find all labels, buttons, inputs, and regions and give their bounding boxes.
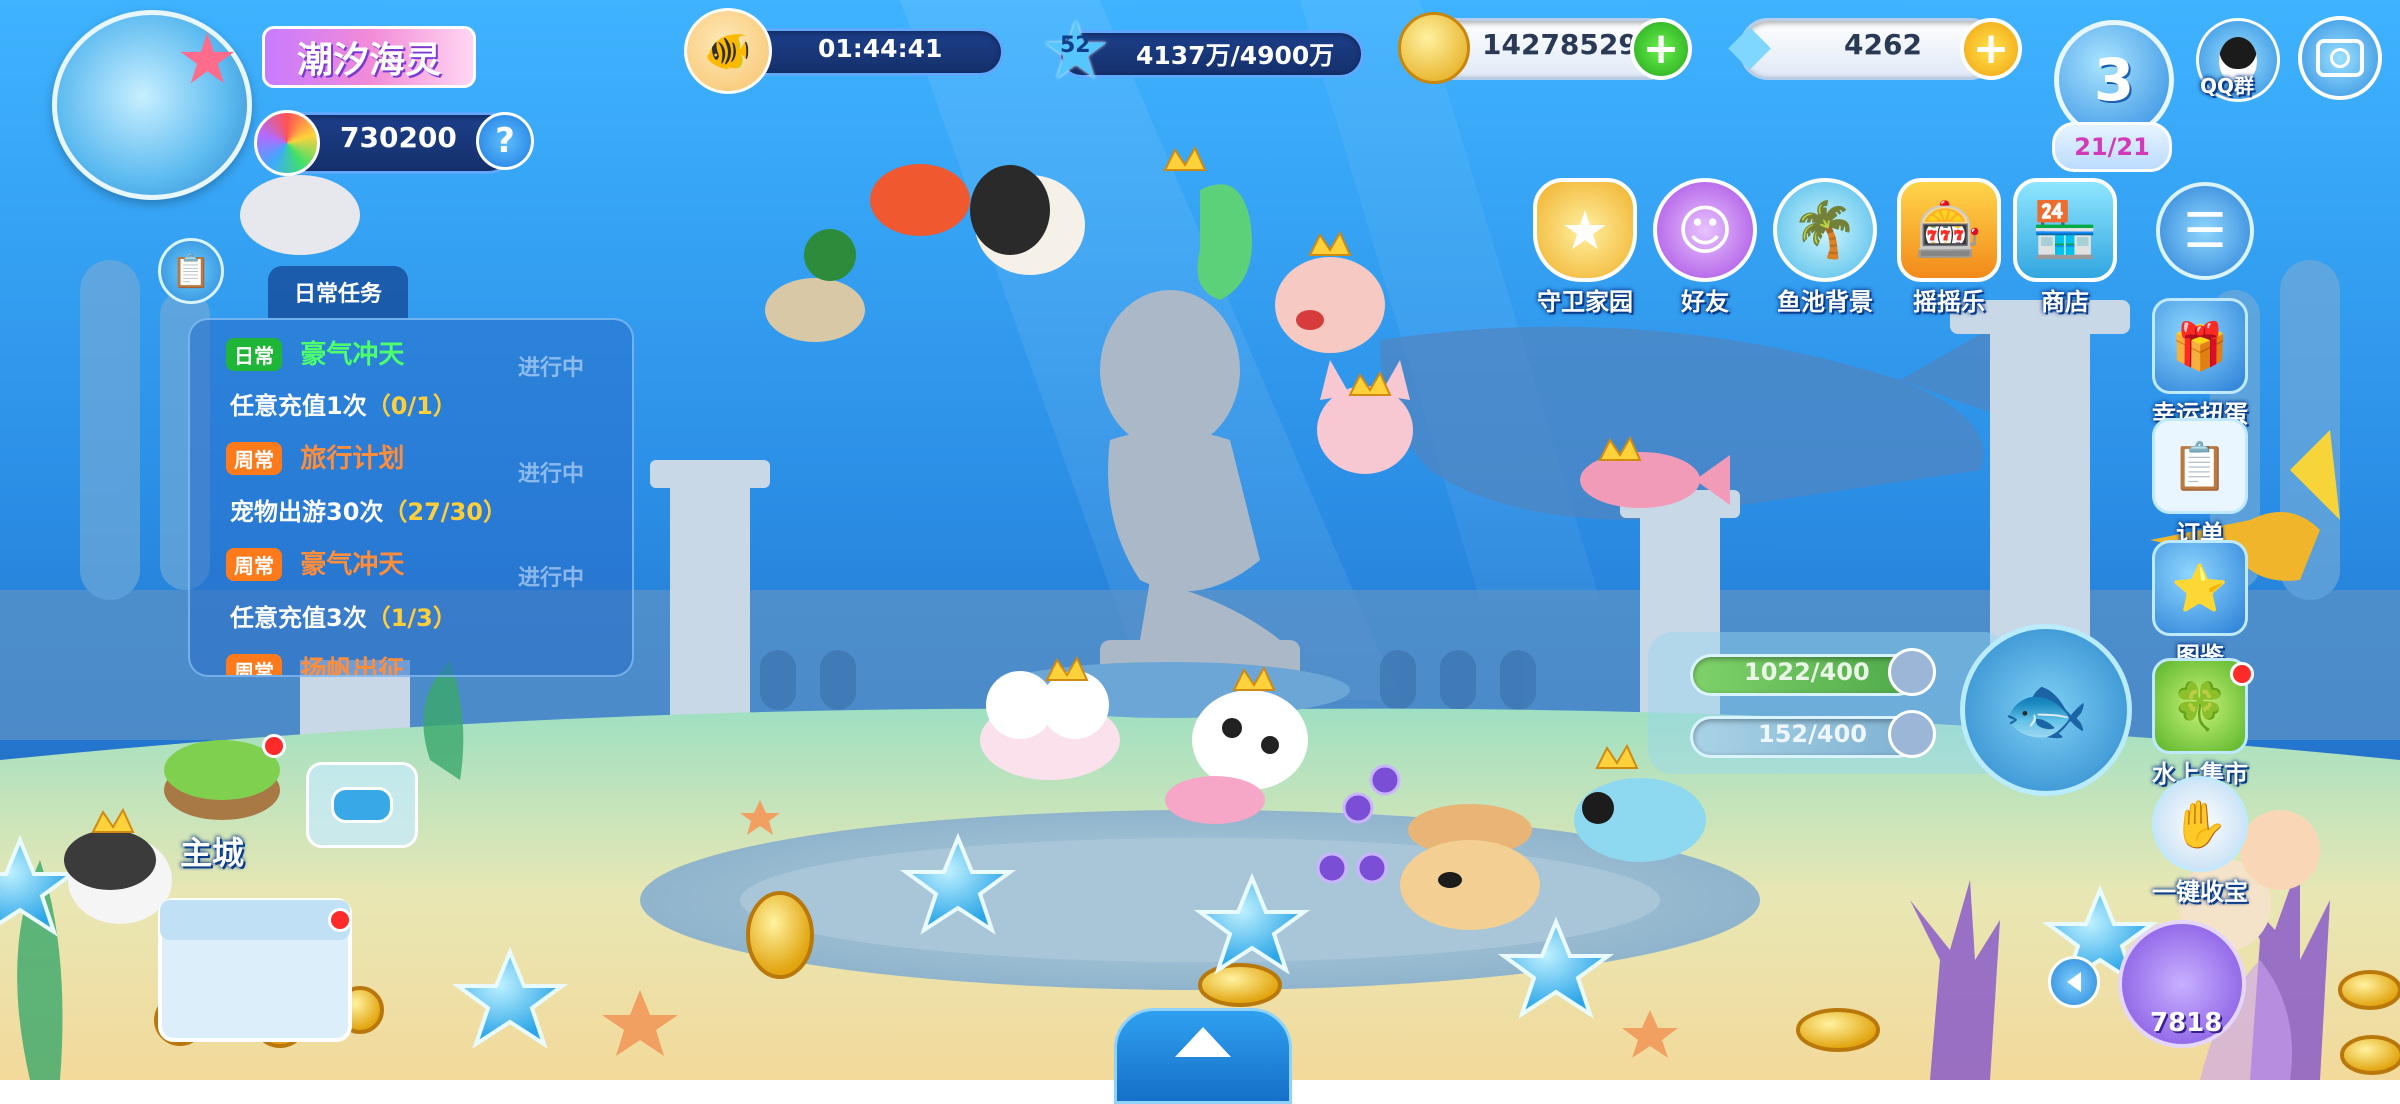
task-desc: 任意充值3次 bbox=[230, 604, 367, 632]
coins-value: 14278529 bbox=[1482, 28, 1638, 61]
task-progress: （1/3） bbox=[366, 604, 457, 632]
task-desc: 任意充值1次 bbox=[230, 392, 367, 420]
task-name: 扬帆出征 bbox=[300, 656, 405, 677]
vip-progress-pill: 21/21 bbox=[2052, 122, 2172, 172]
side-lucky-gacha[interactable]: 🎁 幸运扭蛋 bbox=[2140, 298, 2260, 429]
menu-slot-machine[interactable]: 🎰 摇摇乐 bbox=[1894, 178, 2004, 317]
task-item[interactable]: 周常 豪气冲天 bbox=[226, 544, 404, 581]
side-collection[interactable]: ⭐ 图鉴 bbox=[2140, 540, 2260, 671]
gems-value: 4262 bbox=[1844, 28, 1922, 61]
menu-label: 商店 bbox=[2041, 288, 2089, 316]
heart-icon bbox=[1888, 710, 1936, 758]
task-name: 旅行计划 bbox=[300, 444, 405, 474]
task-progress: （0/1） bbox=[366, 392, 457, 420]
friends-icon: ☺ bbox=[1653, 178, 1757, 282]
menu-guard-home[interactable]: ★ 守卫家园 bbox=[1530, 178, 1640, 317]
fishbowl-icon: 🌴 bbox=[1773, 178, 1877, 282]
menu-shop[interactable]: 🏪 商店 bbox=[2010, 178, 2120, 317]
side-orders[interactable]: 📋 订单 bbox=[2140, 418, 2260, 549]
starfish-decoration-icon: ★ bbox=[176, 18, 239, 100]
fish-egg-icon: 🐠 bbox=[684, 8, 772, 94]
task-item[interactable]: 周常 旅行计划 bbox=[226, 438, 404, 475]
menu-label: 鱼池背景 bbox=[1777, 288, 1873, 316]
task-tab-label: 日常任务 bbox=[293, 282, 382, 307]
task-status: 进行中 bbox=[518, 356, 585, 381]
arrow-up-icon bbox=[1175, 1027, 1231, 1057]
treasure-chest-button[interactable] bbox=[160, 900, 350, 1040]
glove-icon: ✋ bbox=[2152, 776, 2248, 872]
coin-icon bbox=[1398, 12, 1470, 84]
shell-icon bbox=[1888, 648, 1936, 696]
menu-label: 守卫家园 bbox=[1537, 288, 1633, 316]
arrow-left-icon bbox=[2067, 972, 2081, 992]
currency-value: 730200 bbox=[340, 121, 457, 154]
task-status: 进行中 bbox=[518, 462, 585, 487]
collapse-left-button[interactable] bbox=[2048, 956, 2100, 1008]
bag-count: 7818 bbox=[2150, 1008, 2223, 1038]
task-tag: 周常 bbox=[226, 442, 282, 475]
side-collect-all[interactable]: ✋ 一键收宝 bbox=[2140, 776, 2260, 907]
menu-friends[interactable]: ☺ 好友 bbox=[1650, 178, 1760, 317]
expand-up-button[interactable] bbox=[1114, 1008, 1292, 1104]
task-desc-row: 宠物出游30次（27/30） bbox=[230, 492, 507, 527]
featured-fish-button[interactable]: 🐟 bbox=[1960, 624, 2132, 796]
player-title: 潮汐海灵 bbox=[296, 40, 441, 81]
task-toggle-button[interactable]: 📋 bbox=[158, 238, 224, 304]
task-desc-row: 任意充值3次（1/3） bbox=[230, 598, 457, 633]
exp-progress: 4137万/4900万 bbox=[1136, 41, 1335, 70]
task-status: 进行中 bbox=[518, 566, 585, 591]
task-item[interactable]: 周常 扬帆出征 bbox=[226, 650, 405, 677]
resource-value-2: 152/400 bbox=[1758, 720, 1867, 748]
list-menu-icon: ☰ bbox=[2183, 203, 2227, 259]
submarine-icon bbox=[331, 787, 393, 823]
task-item[interactable]: 日常 豪气冲天 bbox=[226, 334, 404, 371]
add-gems-button[interactable]: + bbox=[1960, 18, 2022, 80]
shield-icon: ★ bbox=[1533, 178, 1637, 282]
task-tag: 日常 bbox=[226, 338, 282, 371]
main-menu-button[interactable]: ☰ bbox=[2156, 182, 2254, 280]
menu-label: 好友 bbox=[1681, 288, 1729, 316]
task-progress: （27/30） bbox=[383, 498, 507, 526]
task-desc-row: 任意充值1次（0/1） bbox=[230, 386, 457, 421]
add-coins-button[interactable]: + bbox=[1630, 18, 1692, 80]
main-city-label: 主城 bbox=[180, 834, 245, 872]
task-name: 豪气冲天 bbox=[300, 550, 405, 580]
slot-machine-icon: 🎰 bbox=[1897, 178, 2001, 282]
clipboard-icon: 📋 bbox=[171, 252, 211, 290]
menu-fishbowl-background[interactable]: 🌴 鱼池背景 bbox=[1770, 178, 1880, 317]
task-panel: 日常 豪气冲天 进行中 任意充值1次（0/1） 周常 旅行计划 进行中 宠物出游… bbox=[188, 318, 634, 677]
order-list-icon: 📋 bbox=[2152, 418, 2248, 514]
help-button[interactable]: ? bbox=[476, 112, 534, 170]
submarine-button[interactable] bbox=[306, 762, 418, 848]
resource-value-1: 1022/400 bbox=[1744, 658, 1870, 686]
task-tag: 周常 bbox=[226, 654, 282, 675]
vip-progress: 21/21 bbox=[2074, 133, 2150, 161]
task-desc: 宠物出游30次 bbox=[230, 498, 384, 526]
camera-icon bbox=[2316, 39, 2364, 77]
vip-level: 3 bbox=[2093, 46, 2135, 114]
rainbow-orb-icon bbox=[254, 110, 320, 176]
camera-button[interactable] bbox=[2298, 16, 2382, 100]
notification-dot bbox=[328, 908, 352, 932]
notification-dot bbox=[262, 734, 286, 758]
task-tag: 周常 bbox=[226, 548, 282, 581]
player-level: 52 bbox=[1060, 33, 1091, 58]
notification-dot bbox=[2230, 662, 2254, 686]
side-label: 一键收宝 bbox=[2152, 878, 2248, 906]
diamond-icon: ◆ bbox=[1728, 12, 1772, 77]
qq-group-label: QQ群 bbox=[2200, 74, 2255, 98]
event-timer: 01:44:41 bbox=[818, 34, 943, 63]
shop-icon: 🏪 bbox=[2013, 178, 2117, 282]
task-tab[interactable]: 日常任务 bbox=[268, 266, 408, 318]
task-name: 豪气冲天 bbox=[300, 340, 405, 370]
menu-label: 摇摇乐 bbox=[1913, 288, 1985, 316]
book-icon: ⭐ bbox=[2152, 540, 2248, 636]
gacha-machine-icon: 🎁 bbox=[2152, 298, 2248, 394]
player-title-banner: 潮汐海灵 bbox=[262, 26, 476, 88]
